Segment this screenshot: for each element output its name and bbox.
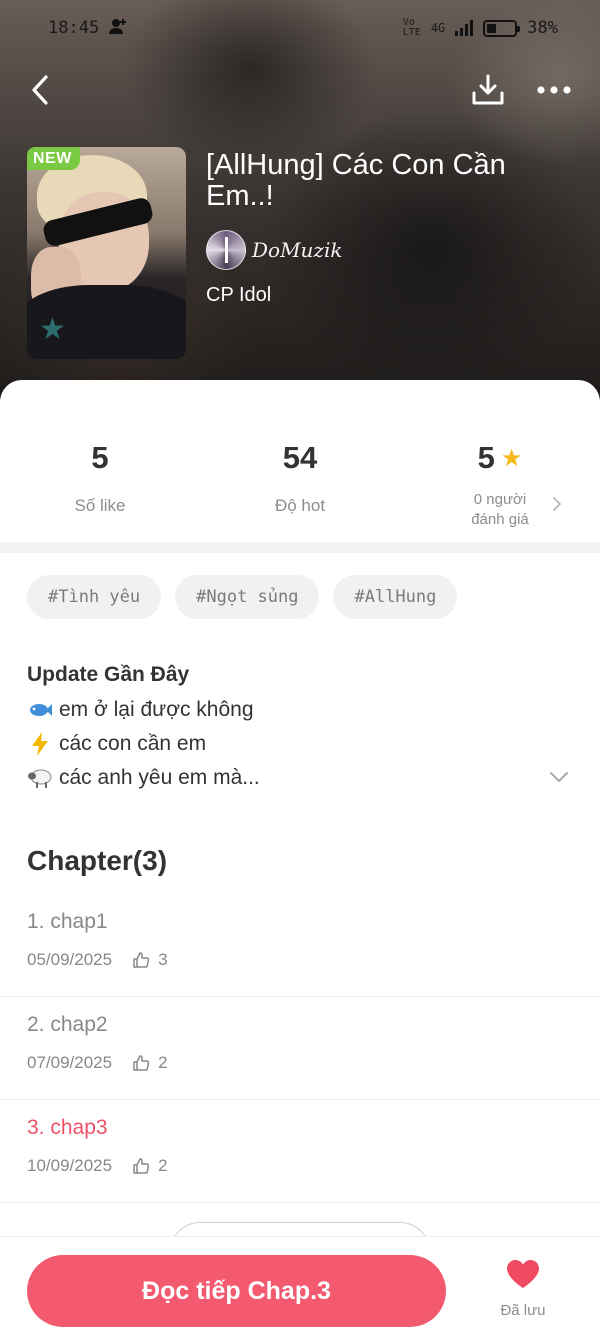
battery-percent: 38% <box>527 18 558 38</box>
chapter-heading: Chapter(3) <box>27 845 168 876</box>
chevron-left-icon <box>32 75 48 105</box>
volte-icon: Vo LTE <box>402 17 421 38</box>
sheep-icon <box>27 765 53 791</box>
chapter-date: 05/09/2025 <box>27 950 113 969</box>
update-text: các anh yêu em mà... <box>59 766 260 789</box>
update-section[interactable]: Update Gần Đây em ở lại được không các c… <box>27 663 573 795</box>
chapter-list: 1. chap1 05/09/2025 3 2. chap2 07/09/202… <box>0 894 600 1203</box>
chapter-title: 1. chap1 <box>27 910 108 933</box>
rating-action-label: đánh giá <box>471 511 529 528</box>
update-line: em ở lại được không <box>27 693 573 727</box>
likes-label: Số like <box>74 496 126 515</box>
stats-row: 5 Số like 54 Độ hot 5 ★ 0 người đánh giá <box>0 438 600 528</box>
user-icon <box>109 17 127 40</box>
top-navigation <box>0 62 600 118</box>
tag-chip[interactable]: #Tình yêu <box>27 575 162 619</box>
story-detail-panel: 5 Số like 54 Độ hot 5 ★ 0 người đánh giá… <box>0 380 600 1343</box>
update-line: các anh yêu em mà... <box>27 761 573 795</box>
status-bar: 18:45 Vo LTE 4G 38% <box>0 0 600 56</box>
story-info: [AllHung] Các Con Cần Em..! DoMuzik CP I… <box>206 150 576 307</box>
thumbs-up-icon <box>132 951 150 969</box>
update-title: Update Gần Đây <box>27 663 190 686</box>
rating-value: 5 <box>477 440 495 475</box>
story-cover-image[interactable]: ★ <box>27 147 186 359</box>
rating-count-label: 0 người <box>473 491 527 508</box>
status-time: 18:45 <box>48 18 100 38</box>
chapter-title: 3. chap3 <box>27 1116 108 1139</box>
update-line: các con cần em <box>27 727 573 761</box>
stat-rating[interactable]: 5 ★ 0 người đánh giá <box>400 438 600 528</box>
fish-icon <box>27 697 53 723</box>
network-type: 4G <box>430 21 446 35</box>
chapter-title: 2. chap2 <box>27 1013 108 1036</box>
stat-likes: 5 Số like <box>0 438 200 528</box>
saved-label: Đã lưu <box>500 1302 546 1319</box>
chevron-down-icon[interactable] <box>549 771 569 783</box>
chapter-likes: 3 <box>158 950 168 969</box>
thumbs-up-icon <box>132 1054 150 1072</box>
star-icon: ★ <box>500 444 523 472</box>
author-avatar[interactable] <box>206 230 246 270</box>
chapter-item[interactable]: 2. chap2 07/09/2025 2 <box>0 997 600 1100</box>
chapter-date: 10/09/2025 <box>27 1156 113 1175</box>
update-text: các con cần em <box>59 732 207 755</box>
chapter-item-current[interactable]: 3. chap3 10/09/2025 2 <box>0 1100 600 1203</box>
more-dots-icon <box>537 86 571 94</box>
stat-hot: 54 Độ hot <box>200 438 400 528</box>
heart-icon <box>507 1260 539 1288</box>
tag-list: #Tình yêu #Ngọt sủng #AllHung <box>27 575 458 619</box>
bottom-action-bar: Đọc tiếp Chap.3 Đã lưu <box>0 1236 600 1343</box>
update-text: em ở lại được không <box>59 698 254 721</box>
thumbs-up-icon <box>132 1157 150 1175</box>
chapter-date: 07/09/2025 <box>27 1053 113 1072</box>
likes-count: 5 <box>91 440 109 475</box>
more-options-button[interactable] <box>534 70 574 110</box>
author-name[interactable]: DoMuzik <box>252 238 343 262</box>
story-category[interactable]: CP Idol <box>206 284 576 307</box>
download-icon <box>472 74 504 105</box>
author-row[interactable]: DoMuzik <box>206 230 576 270</box>
tag-chip[interactable]: #Ngọt sủng <box>175 575 320 619</box>
battery-icon <box>483 19 521 37</box>
hot-label: Độ hot <box>274 496 326 515</box>
back-button[interactable] <box>22 70 58 110</box>
chevron-right-icon[interactable] <box>552 496 562 512</box>
chapter-item[interactable]: 1. chap1 05/09/2025 3 <box>0 894 600 997</box>
section-divider <box>0 542 600 553</box>
new-badge: NEW <box>27 147 80 170</box>
story-title: [AllHung] Các Con Cần Em..! <box>206 149 506 212</box>
chapter-likes: 2 <box>158 1053 168 1072</box>
tag-chip[interactable]: #AllHung <box>333 575 458 619</box>
continue-reading-button[interactable]: Đọc tiếp Chap.3 <box>27 1255 446 1327</box>
lightning-icon <box>27 731 53 757</box>
hot-count: 54 <box>282 440 318 475</box>
download-button[interactable] <box>468 70 508 110</box>
chapter-likes: 2 <box>158 1156 168 1175</box>
saved-button[interactable]: Đã lưu <box>490 1259 556 1319</box>
signal-icon <box>455 20 474 36</box>
